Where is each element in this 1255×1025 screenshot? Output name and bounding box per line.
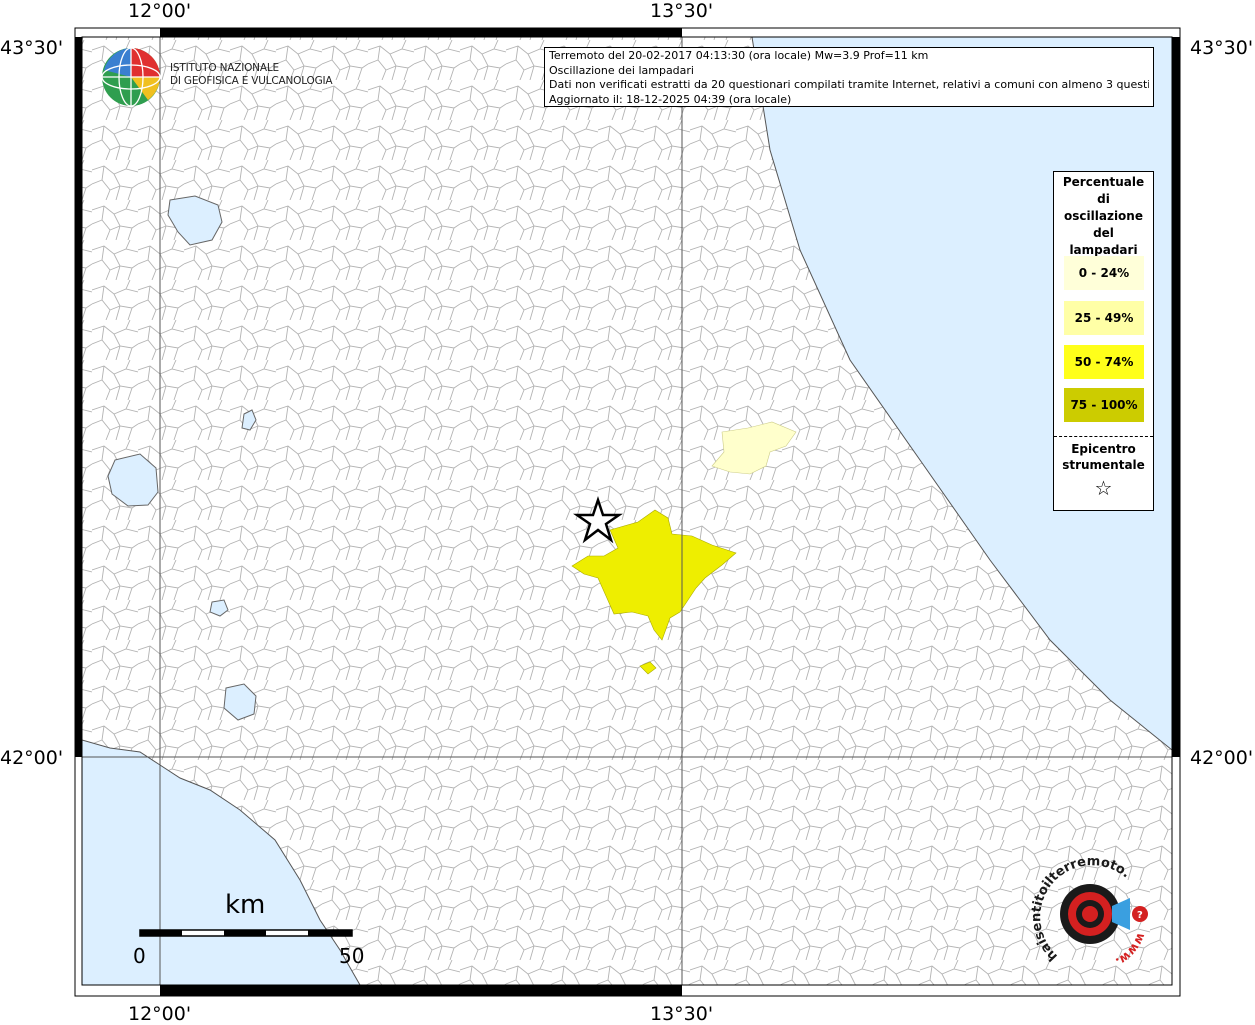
legend: Percentuale di oscillazione del lampadar… xyxy=(1053,171,1154,511)
legend-title-line: di xyxy=(1097,192,1110,206)
data-note: Dati non verificati estratti da 20 quest… xyxy=(549,78,1149,91)
scale-unit: km xyxy=(225,890,266,920)
legend-epicenter-label: Epicentro strumentale xyxy=(1054,441,1153,473)
lat-label-right-top: 43°30' xyxy=(1190,37,1254,59)
haisentito-logo: ? haisentitoilterremoto.it www. xyxy=(1025,845,1158,976)
lon-label-bottom-left: 12°00' xyxy=(128,1003,192,1025)
legend-item-50-74: 50 - 74% xyxy=(1064,345,1144,379)
scale-start: 0 xyxy=(133,944,146,968)
legend-star-icon: ☆ xyxy=(1094,476,1113,500)
legend-title-line: oscillazione xyxy=(1064,209,1143,223)
event-info-box: Terremoto del 20-02-2017 04:13:30 (ora l… xyxy=(544,47,1154,107)
update-time: Aggiornato il: 18-12-2025 04:39 (ora loc… xyxy=(549,92,792,106)
ingv-logo-text: ISTITUTO NAZIONALE DI GEOFISICA E VULCAN… xyxy=(170,62,333,88)
legend-epi-line: strumentale xyxy=(1062,458,1145,472)
legend-item-0-24: 0 - 24% xyxy=(1064,256,1144,290)
scale-end: 50 xyxy=(339,944,365,968)
haisentito-www: www. xyxy=(1113,931,1148,969)
legend-item-75-100: 75 - 100% xyxy=(1064,388,1144,422)
lat-label-right-mid: 42°00' xyxy=(1190,747,1254,769)
legend-item-25-49: 25 - 49% xyxy=(1064,301,1144,335)
lon-label-top-left: 12°00' xyxy=(128,0,192,22)
legend-title-line: del xyxy=(1093,226,1114,240)
ingv-logo: ISTITUTO NAZIONALE DI GEOFISICA E VULCAN… xyxy=(100,48,333,108)
lon-label-top-mid: 13°30' xyxy=(650,0,714,22)
lat-label-left-top: 43°30' xyxy=(0,37,64,59)
svg-text:www.: www. xyxy=(1113,931,1148,969)
legend-separator xyxy=(1054,436,1153,437)
legend-title-line: Percentuale xyxy=(1062,175,1145,189)
legend-epi-line: Epicentro xyxy=(1071,442,1136,456)
scale-bar xyxy=(139,929,353,937)
lon-label-bottom-mid: 13°30' xyxy=(650,1003,714,1025)
ingv-line1: ISTITUTO NAZIONALE xyxy=(170,62,279,74)
svg-text:?: ? xyxy=(1137,910,1143,921)
map-subject: Oscillazione dei lampadari xyxy=(549,63,694,77)
legend-title: Percentuale di oscillazione del lampadar… xyxy=(1054,174,1153,259)
event-title: Terremoto del 20-02-2017 04:13:30 (ora l… xyxy=(549,49,929,62)
ingv-line2: DI GEOFISICA E VULCANOLOGIA xyxy=(170,75,333,87)
lat-label-left-mid: 42°00' xyxy=(0,747,64,769)
